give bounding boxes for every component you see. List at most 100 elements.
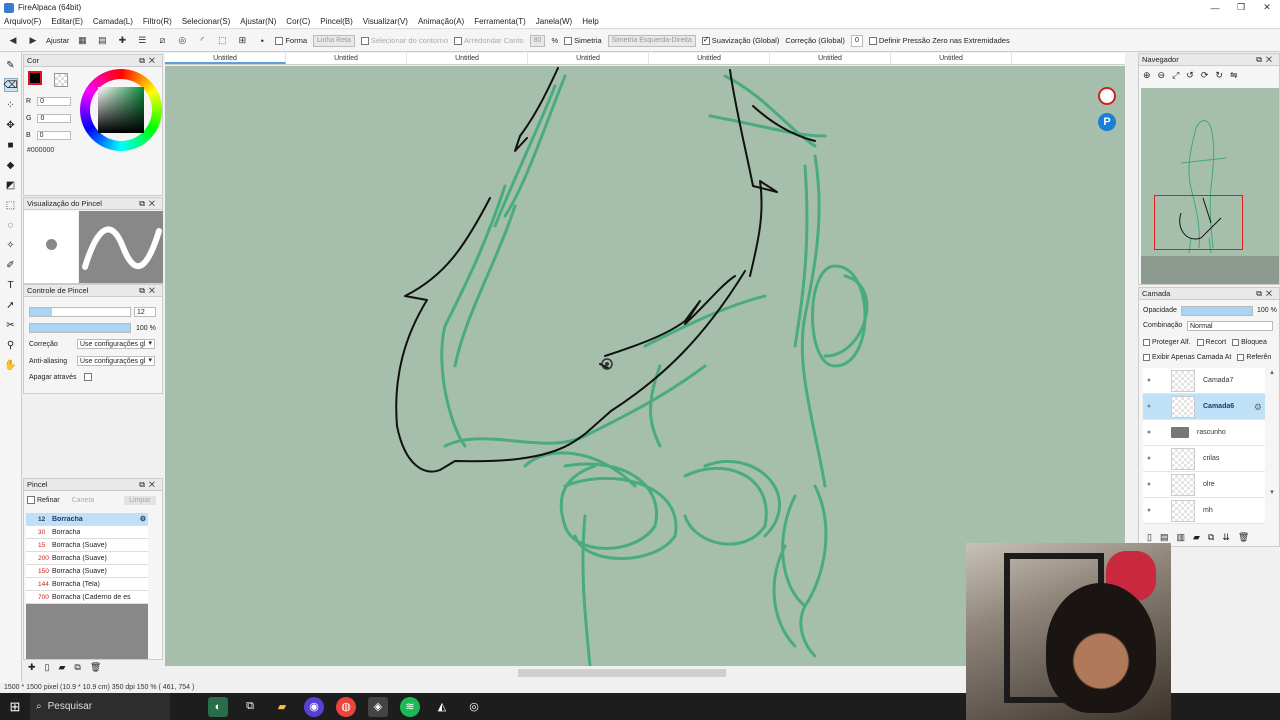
document-tab[interactable]: Untitled xyxy=(770,53,891,64)
arredondar-canto-toggle[interactable]: Arredondar Canto xyxy=(454,36,524,45)
forma-toggle[interactable]: Forma xyxy=(275,36,307,45)
chrome-icon[interactable]: ◍ xyxy=(336,696,356,717)
clip-checkbox[interactable] xyxy=(1196,339,1204,346)
foreground-color-swatch[interactable] xyxy=(28,71,42,85)
minimize-button[interactable]: — xyxy=(1202,0,1228,15)
layer-row[interactable]: ● crilas xyxy=(1143,446,1265,472)
apagar-checkbox[interactable] xyxy=(84,373,93,381)
brush-tool-icon[interactable]: ✎ xyxy=(4,58,18,72)
delete-brush-icon[interactable]: 🗑 xyxy=(90,662,101,673)
brush-opacity-slider[interactable] xyxy=(29,323,131,333)
menu-editar[interactable]: Editar(E) xyxy=(51,17,83,26)
gradient-tool-icon[interactable]: ◩ xyxy=(4,178,18,192)
layer-row[interactable]: ● Camada7 xyxy=(1143,368,1265,394)
alpaca-bot-icon[interactable] xyxy=(1098,87,1116,105)
firealpaca-taskbar-icon[interactable]: ◈ xyxy=(368,696,388,717)
pressao-toggle[interactable]: Definir Pressão Zero nas Extremidades xyxy=(868,36,1010,45)
document-tab[interactable]: Untitled xyxy=(649,53,770,64)
brush-item[interactable]: 144 Borracha (Tela) xyxy=(26,578,148,591)
zoom-in-icon[interactable]: ⊕ xyxy=(1143,70,1151,81)
discord-icon[interactable]: ◉ xyxy=(304,696,324,717)
limpar-button[interactable]: Limpar xyxy=(124,495,156,505)
duplicate-layer-icon[interactable]: ⧉ xyxy=(1208,532,1214,543)
menu-camada[interactable]: Camada(L) xyxy=(93,17,133,26)
snap-circle-icon[interactable]: ◎ xyxy=(175,34,189,48)
snap-off-icon[interactable]: ▦ xyxy=(75,34,89,48)
flip-icon[interactable]: ⇋ xyxy=(1230,70,1238,81)
menu-arquivo[interactable]: Arquivo(F) xyxy=(4,17,41,26)
show-only-checkbox[interactable] xyxy=(1143,354,1150,361)
pixiv-icon[interactable]: P xyxy=(1098,113,1116,131)
reference-checkbox[interactable] xyxy=(1237,354,1245,361)
correcao-dropdown[interactable]: Use configurações gl xyxy=(77,339,155,349)
b-input[interactable]: 0 xyxy=(36,131,71,140)
background-color-swatch[interactable] xyxy=(54,73,68,87)
layer-visibility-icon[interactable]: ● xyxy=(1143,507,1155,514)
brush-item[interactable]: 200 Borracha (Suave) xyxy=(26,552,148,565)
new-folder-icon[interactable]: ▰ xyxy=(1193,532,1200,543)
zoom-out-icon[interactable]: ⊖ xyxy=(1158,70,1166,81)
hand-tool-icon[interactable]: ✋ xyxy=(4,358,18,372)
navigator-preview[interactable] xyxy=(1141,88,1279,284)
lock-checkbox[interactable] xyxy=(1232,339,1240,346)
operation-tool-icon[interactable]: ➚ xyxy=(4,298,18,312)
select-tool-icon[interactable]: ⬚ xyxy=(4,198,18,212)
layer-row[interactable]: ● olre xyxy=(1143,472,1265,498)
new-layer-1bit-icon[interactable]: ▥ xyxy=(1176,532,1185,543)
brush-item[interactable]: 150 Borracha (Suave) xyxy=(26,565,148,578)
forma-select[interactable]: Linha Reta xyxy=(313,34,355,47)
snap-lines-icon[interactable]: ☰ xyxy=(135,34,149,48)
add-brush-icon[interactable]: ✚ xyxy=(28,662,36,673)
blend-mode-select[interactable]: Normal xyxy=(1187,321,1273,331)
snap-3d-icon[interactable]: ⬚ xyxy=(215,34,229,48)
snap-grid2-icon[interactable]: ⊞ xyxy=(235,34,249,48)
brush-settings-icon[interactable]: ⚙ xyxy=(140,515,146,523)
layer-visibility-icon[interactable]: ● xyxy=(1143,455,1155,462)
duplicate-brush-icon[interactable]: ⧉ xyxy=(74,662,80,673)
delete-layer-icon[interactable]: 🗑 xyxy=(1238,532,1249,543)
layer-opacity-slider[interactable] xyxy=(1181,306,1253,316)
simetria-toggle[interactable]: Simetria xyxy=(564,36,602,45)
magic-wand-icon[interactable]: ✧ xyxy=(4,238,18,252)
menu-filtro[interactable]: Filtro(R) xyxy=(143,17,172,26)
simetria-select[interactable]: Simetria Esquerda-Direita xyxy=(607,34,696,47)
reset-rotate-icon[interactable]: ⟳ xyxy=(1201,70,1209,81)
brush-item[interactable]: 12 Borracha ⚙ xyxy=(26,513,148,526)
brush-item[interactable]: 15 Borracha (Suave) xyxy=(26,539,148,552)
document-tab[interactable]: Untitled xyxy=(891,53,1012,64)
undo-icon[interactable]: ◀ xyxy=(6,34,20,48)
spotify-icon[interactable]: ≋ xyxy=(400,696,420,717)
menu-visualizar[interactable]: Visualizar(V) xyxy=(363,17,408,26)
selecionar-contorno-toggle[interactable]: Selecionar do contorno xyxy=(360,36,448,45)
windows-start-icon[interactable]: ⊞ xyxy=(0,693,30,720)
maximize-button[interactable]: ❐ xyxy=(1228,0,1254,15)
protect-alpha-checkbox[interactable] xyxy=(1143,339,1150,346)
document-tab[interactable]: Untitled xyxy=(407,53,528,64)
layer-visibility-icon[interactable]: ● xyxy=(1143,481,1155,488)
select-pen-icon[interactable]: ✐ xyxy=(4,258,18,272)
folder-brush-icon[interactable]: ▰ xyxy=(59,662,66,673)
refinar-toggle[interactable]: Refinar xyxy=(27,496,60,504)
brush-item[interactable]: 30 Borracha xyxy=(26,526,148,539)
layer-settings-icon[interactable]: ⚙ xyxy=(1254,402,1262,413)
rotate-left-icon[interactable]: ↺ xyxy=(1186,70,1194,81)
menu-help[interactable]: Help xyxy=(582,17,598,26)
merge-layer-icon[interactable]: ⇊ xyxy=(1222,532,1230,543)
new-brush-icon[interactable]: ▯ xyxy=(45,662,50,673)
suavizacao-toggle[interactable]: Suavização (Global) xyxy=(701,35,779,45)
new-layer-8bit-icon[interactable]: ▤ xyxy=(1160,532,1169,543)
task-view-icon[interactable]: ⧉ xyxy=(240,697,260,717)
eyedropper-tool-icon[interactable]: ⚲ xyxy=(4,338,18,352)
layer-row[interactable]: ● Camada6 ⚙ xyxy=(1143,394,1265,420)
redo-icon[interactable]: ▶ xyxy=(26,34,40,48)
menu-pincel[interactable]: Pincel(B) xyxy=(320,17,352,26)
brush-size-slider[interactable] xyxy=(29,307,131,317)
bucket-tool-icon[interactable]: ◆ xyxy=(4,158,18,172)
snap-perspective-icon[interactable]: ⧄ xyxy=(155,34,169,48)
layers-scrollbar[interactable]: ▴ ▾ xyxy=(1267,368,1277,524)
app-taskbar-icon[interactable]: ◭ xyxy=(432,697,452,717)
document-tab[interactable]: Untitled xyxy=(528,53,649,64)
taskbar-search[interactable]: ⌕ Pesquisar xyxy=(30,693,170,720)
color-wheel[interactable] xyxy=(80,69,162,151)
layer-visibility-icon[interactable]: ● xyxy=(1143,429,1155,436)
